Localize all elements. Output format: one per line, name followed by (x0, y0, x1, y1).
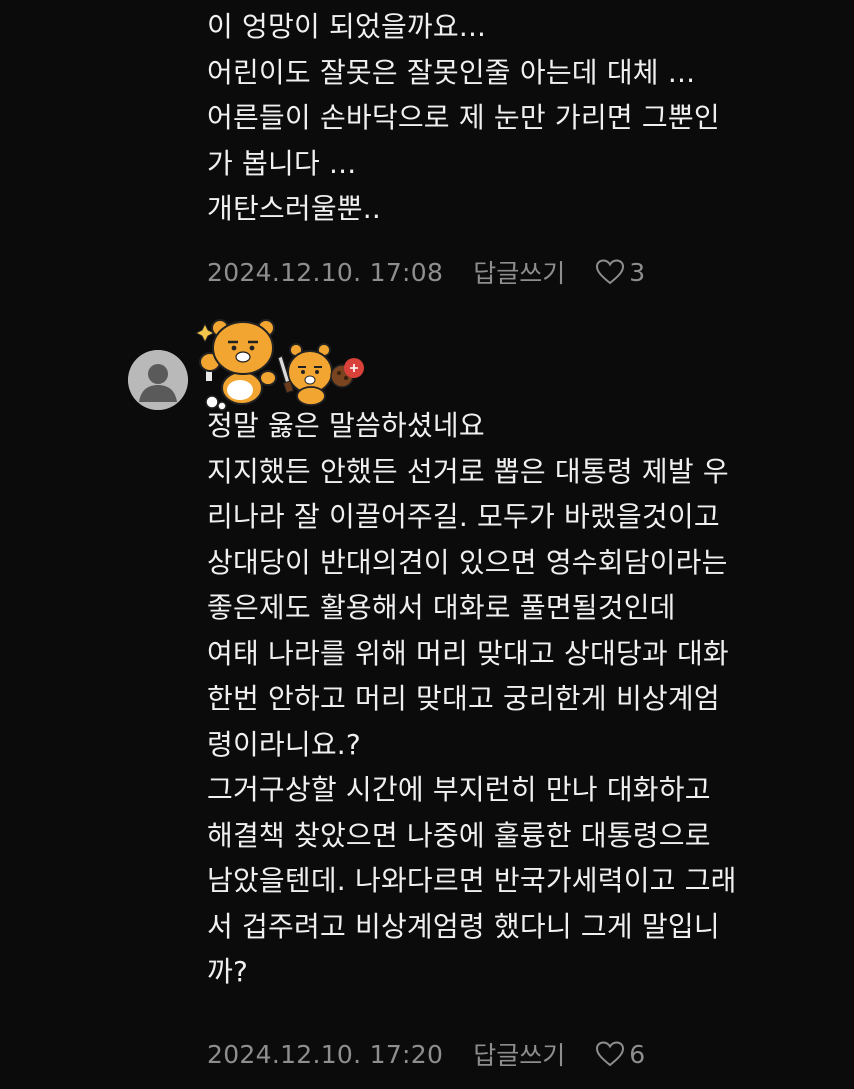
like-button[interactable]: 6 (595, 1040, 645, 1069)
comment-1-meta: 2024.12.10. 17:08 답글쓰기 3 (207, 252, 645, 292)
comment-1-body: 이 엉망이 되었을까요... 어린이도 잘못은 잘못인줄 아는데 대체 ... … (207, 4, 837, 232)
reply-button[interactable]: 답글쓰기 (473, 254, 565, 290)
comment-text-line: 령이라니요.? (207, 727, 361, 761)
comment-text-line: 지지했든 안했든 선거로 뽑은 대통령 제발 우 (207, 454, 729, 488)
comment-2-body: 정말 옳은 말씀하셨네요 지지했든 안했든 선거로 뽑은 대통령 제발 우 리나… (207, 403, 837, 995)
comment-text-line: 여태 나라를 위해 머리 맞대고 상대당과 대화 (207, 636, 729, 670)
comment-2-meta: 2024.12.10. 17:20 답글쓰기 6 (207, 1034, 645, 1074)
like-count: 6 (629, 1039, 646, 1069)
user-avatar[interactable] (128, 350, 188, 410)
ryan-bear-sticker (190, 312, 380, 412)
comment-text-line: 어른들이 손바닥으로 제 눈만 가리면 그뿐인 (207, 101, 720, 134)
comment-text-line: 그거구상할 시간에 부지런히 만나 대화하고 (207, 773, 711, 806)
comment-text-line: 해결책 찾았으면 나중에 훌륭한 대통령으로 (207, 818, 711, 852)
comment-date: 2024.12.10. 17:20 (207, 1039, 444, 1069)
comment-text-line: 개탄스러울뿐.. (207, 192, 381, 225)
comment-text-line: 이 엉망이 되었을까요... (207, 10, 487, 43)
comment-text-line: 서 겁주려고 비상계엄령 했다니 그게 말입니 (207, 909, 720, 943)
like-button[interactable]: 3 (595, 258, 645, 287)
comment-date: 2024.12.10. 17:08 (207, 257, 444, 287)
comment-text-line: 리나라 잘 이끌어주길. 모두가 바랬을것이고 (207, 500, 720, 533)
comment-text-line: 남았을텐데. 나와다르면 반국가세력이고 그래 (207, 864, 737, 897)
comment-text-line: 좋은제도 활용해서 대화로 풀면될것인데 (207, 591, 676, 624)
comment-text-line: 어린이도 잘못은 잘못인줄 아는데 대체 ... (207, 55, 696, 89)
comment-text-line: 정말 옳은 말씀하셨네요 (207, 409, 485, 442)
default-user-avatar-icon (128, 350, 188, 410)
reply-button[interactable]: 답글쓰기 (473, 1036, 565, 1072)
heart-outline-icon (596, 1041, 625, 1067)
comment-text-line: 한번 안하고 머리 맞대고 궁리한게 비상계엄 (207, 682, 720, 715)
like-count: 3 (629, 257, 646, 287)
comment-text-line: 까? (207, 955, 249, 988)
comment-text-line: 가 봅니다 ... (207, 146, 357, 180)
comment-text-line: 상대당이 반대의견이 있으면 영수회담이라는 (207, 545, 728, 579)
heart-outline-icon (596, 259, 625, 285)
